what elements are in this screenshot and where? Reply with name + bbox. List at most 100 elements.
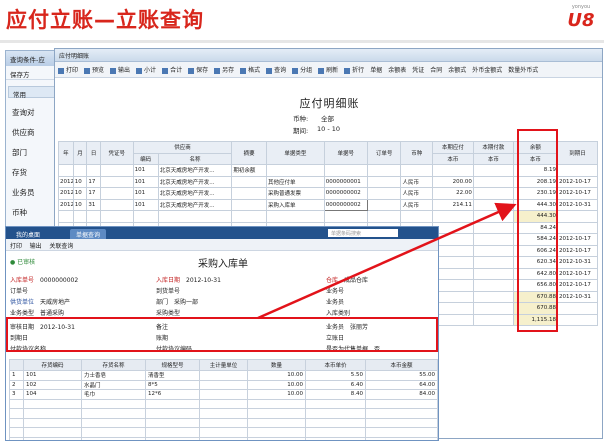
toolbar-button[interactable]: 数量外币式 bbox=[508, 65, 538, 74]
warehouse-label: 仓库 bbox=[326, 277, 339, 284]
toolbar-button[interactable]: 余额式 bbox=[448, 65, 466, 74]
toolbar-button[interactable]: 分组 bbox=[292, 65, 312, 74]
detail-cell: 毛巾 bbox=[81, 389, 146, 400]
vendor-value[interactable]: 天威房地产 bbox=[40, 299, 70, 306]
table-cell bbox=[72, 210, 88, 223]
toolbar-button[interactable]: 凭证 bbox=[412, 65, 424, 74]
report-title: 应付明细账 bbox=[299, 97, 360, 110]
doc-no-value[interactable]: 0000000002 bbox=[40, 277, 78, 284]
table-cell bbox=[556, 302, 599, 315]
toolbar-button[interactable]: 合同 bbox=[430, 65, 442, 74]
tab-document-query[interactable]: 单据查询 bbox=[70, 229, 107, 239]
detail-row[interactable] bbox=[9, 427, 438, 438]
detail-row[interactable]: 2 102 水晶门 8*5 10.00 6.40 64.00 bbox=[9, 379, 438, 390]
export-button[interactable]: 输出 bbox=[30, 243, 42, 250]
column-header: 单据类型 bbox=[265, 141, 325, 165]
table-cell bbox=[400, 210, 433, 223]
table-cell bbox=[556, 210, 599, 223]
table-cell: 采购入库单 bbox=[265, 198, 325, 211]
table-cell bbox=[58, 164, 74, 177]
toolbar-button[interactable]: 格式 bbox=[240, 65, 260, 74]
toolbar-button[interactable]: 输出 bbox=[110, 65, 130, 74]
table-cell bbox=[157, 210, 233, 223]
detail-cell: 102 bbox=[23, 379, 82, 390]
in-date-field: 入库日期 2012-10-31 bbox=[156, 275, 221, 284]
barcode-search-input[interactable]: 单据条码搜索 bbox=[328, 229, 398, 237]
toolbar-button[interactable]: 余额表 bbox=[388, 65, 406, 74]
toolbar-button[interactable]: 合计 bbox=[162, 65, 182, 74]
column-header: 本币金额 bbox=[365, 359, 438, 371]
table-cell bbox=[231, 175, 267, 188]
toolbar-button[interactable]: 保存 bbox=[188, 65, 208, 74]
detail-cell: 水晶门 bbox=[81, 379, 146, 390]
detail-row[interactable]: 3 104 毛巾 12*6 10.00 8.40 84.00 bbox=[9, 389, 438, 400]
toolbar-button[interactable]: 单据 bbox=[370, 65, 382, 74]
toolbar-button[interactable]: 小计 bbox=[136, 65, 156, 74]
toolbar-button[interactable]: 打印 bbox=[58, 65, 78, 74]
column-header: 日 bbox=[86, 141, 102, 165]
print-button[interactable]: 打印 bbox=[10, 243, 22, 250]
detail-cell bbox=[305, 427, 366, 438]
detail-row[interactable]: 1 101 力士香皂 清香型 10.00 5.50 55.00 bbox=[9, 370, 438, 381]
tab-my-desktop[interactable]: 我的桌面 bbox=[10, 229, 46, 239]
dept-field: 部门 采购一部 bbox=[156, 297, 198, 306]
detail-row[interactable] bbox=[9, 417, 438, 428]
column-header bbox=[9, 359, 24, 371]
detail-cell: 清香型 bbox=[145, 370, 200, 381]
table-cell: 2012-10-17 bbox=[556, 279, 599, 292]
detail-cell: 8.40 bbox=[305, 389, 366, 400]
detail-cell: 10.00 bbox=[247, 379, 306, 390]
detail-cell bbox=[145, 408, 200, 419]
table-cell: 0000000002 bbox=[323, 187, 368, 200]
biz-type-value[interactable]: 普通采购 bbox=[40, 310, 64, 317]
table-cell: 北京天威房地产开发... bbox=[157, 175, 233, 188]
table-cell bbox=[472, 267, 514, 280]
in-date-value[interactable]: 2012-10-31 bbox=[186, 277, 221, 284]
toolbar-button-label: 打印 bbox=[66, 67, 79, 74]
detail-cell: 64.00 bbox=[365, 379, 438, 390]
table-cell bbox=[100, 210, 134, 223]
detail-header-row: 存货编码 存货名称 规格型号 主计量单位 数量 本币单价 本币金额 bbox=[9, 359, 438, 371]
detail-row[interactable] bbox=[9, 436, 438, 440]
table-cell bbox=[231, 187, 267, 200]
u8-logo: yonyou U8 bbox=[566, 4, 596, 31]
toolbar-button[interactable]: 折行 bbox=[344, 65, 364, 74]
table-cell bbox=[86, 210, 102, 223]
toolbar-button[interactable]: 预览 bbox=[84, 65, 104, 74]
toolbar-button[interactable]: 刷新 bbox=[318, 65, 338, 74]
table-cell: 人民币 bbox=[400, 187, 433, 200]
detail-row[interactable] bbox=[9, 398, 438, 409]
table-cell bbox=[86, 164, 102, 177]
toolbar-button-label: 刷新 bbox=[326, 67, 339, 74]
dept-label: 部门 bbox=[156, 299, 169, 306]
table-cell bbox=[265, 210, 325, 223]
detail-row[interactable] bbox=[9, 408, 438, 419]
column-subheader: 本币 bbox=[431, 152, 474, 165]
table-cell: 10 bbox=[72, 175, 88, 188]
toolbar-button-label: 单据 bbox=[370, 67, 383, 74]
column-header: 主计量单位 bbox=[199, 359, 248, 371]
table-cell bbox=[472, 290, 514, 303]
detail-cell: 5.50 bbox=[305, 370, 366, 381]
related-query-button[interactable]: 关联查询 bbox=[49, 243, 73, 250]
table-cell bbox=[472, 244, 514, 257]
due-date-column-highlight bbox=[517, 129, 558, 332]
toolbar-button[interactable]: 查询 bbox=[266, 65, 286, 74]
detail-cell bbox=[305, 417, 366, 428]
table-cell: 2012-10-31 bbox=[556, 290, 599, 303]
toolbar-button[interactable]: 另存 bbox=[214, 65, 234, 74]
receipt-title: 采购入库单 bbox=[198, 259, 248, 270]
toolbar-icon bbox=[84, 67, 91, 74]
toolbar-button[interactable]: 外币金额式 bbox=[472, 65, 502, 74]
report-tab[interactable]: 应付明细账 bbox=[55, 49, 602, 62]
detail-cell: 12*6 bbox=[145, 389, 200, 400]
biz-type-label: 业务类型 bbox=[10, 310, 35, 317]
detail-cell bbox=[305, 408, 366, 419]
dept-value[interactable]: 采购一部 bbox=[174, 299, 198, 306]
detail-cell bbox=[365, 398, 438, 409]
table-cell bbox=[366, 175, 402, 188]
table-cell: 2012-10-17 bbox=[556, 175, 599, 188]
table-cell bbox=[472, 175, 514, 188]
warehouse-value[interactable]: 成品仓库 bbox=[344, 277, 368, 284]
toolbar-icon bbox=[110, 67, 117, 74]
